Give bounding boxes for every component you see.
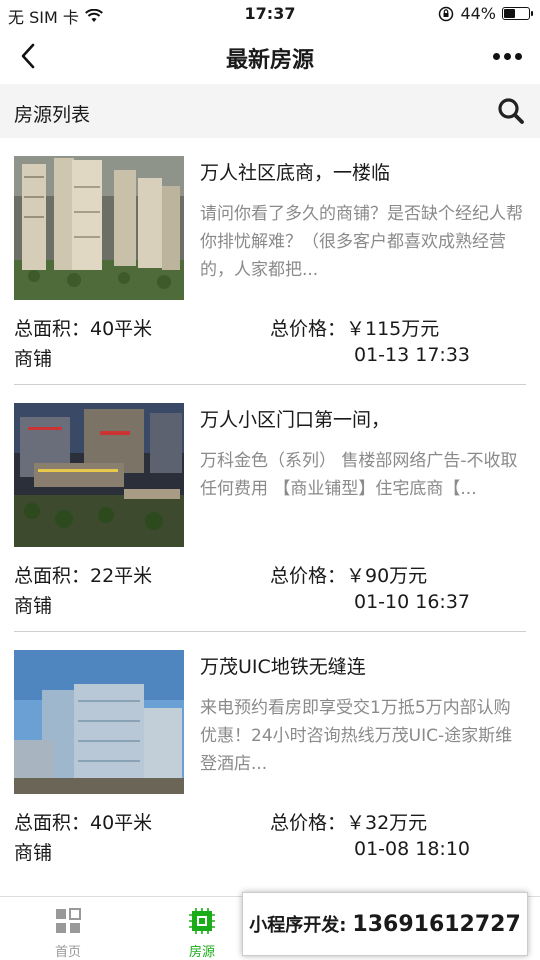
chip-icon bbox=[189, 908, 215, 934]
listing-list: 万人社区底商，一楼临 请问你看了多久的商铺？是否缺个经纪人帮你排忧解难？（很多客… bbox=[0, 138, 540, 879]
tab-home-label: 首页 bbox=[54, 945, 81, 960]
listing-description: 请问你看了多久的商铺？是否缺个经纪人帮你排忧解难？（很多客户都喜欢成熟经营的，人… bbox=[200, 204, 523, 280]
promo-phone[interactable]: 13691612727 bbox=[352, 912, 520, 937]
more-dot bbox=[493, 52, 500, 60]
listing-title: 万人小区门口第一间， bbox=[200, 409, 391, 431]
grid-icon bbox=[56, 908, 81, 933]
listing-date: 01-10 16:37 bbox=[354, 591, 471, 613]
listing-price: 总价格：￥90万元 bbox=[270, 565, 428, 587]
listing-type: 商铺 bbox=[14, 842, 53, 864]
listing-date: 01-13 17:33 bbox=[354, 344, 471, 366]
battery-icon bbox=[502, 7, 533, 20]
status-bar: 无 SIM 卡 17:37 44% bbox=[0, 0, 540, 28]
rotation-lock-icon bbox=[439, 6, 454, 21]
tab-listings-label: 房源 bbox=[188, 945, 215, 960]
listing-thumbnail bbox=[14, 403, 184, 547]
listing-description: 万科金色（系列） 售楼部网络广告-不收取任何费用 【商业铺型】住宅底商【... bbox=[200, 451, 518, 499]
more-dot bbox=[515, 52, 522, 60]
status-right: 44% bbox=[438, 4, 533, 23]
listing-item[interactable]: 万茂UIC地铁无缝连 来电预约看房即享受交1万抵5万内部认购优惠！24小时咨询热… bbox=[14, 632, 526, 879]
listing-item[interactable]: 万人社区底商，一楼临 请问你看了多久的商铺？是否缺个经纪人帮你排忧解难？（很多客… bbox=[14, 138, 526, 385]
search-button[interactable] bbox=[496, 96, 526, 126]
navigation-bar: 最新房源 bbox=[0, 28, 540, 84]
listing-price: 总价格：￥115万元 bbox=[270, 318, 440, 340]
building-model-image bbox=[14, 156, 184, 300]
office-building-image bbox=[14, 650, 184, 794]
promo-banner: 小程序开发: 13691612727 bbox=[242, 892, 528, 956]
battery-percent: 44% bbox=[460, 4, 496, 23]
listing-title: 万茂UIC地铁无缝连 bbox=[200, 656, 366, 678]
listing-description: 来电预约看房即享受交1万抵5万内部认购优惠！24小时咨询热线万茂UIC-途家斯维… bbox=[200, 698, 513, 774]
listing-type: 商铺 bbox=[14, 595, 53, 617]
battery-fill bbox=[504, 9, 516, 18]
listing-type: 商铺 bbox=[14, 348, 53, 370]
sales-office-model-image bbox=[14, 403, 184, 547]
listing-area: 总面积：22平米 bbox=[14, 565, 153, 587]
section-title: 房源列表 bbox=[14, 104, 91, 126]
more-dot bbox=[504, 52, 511, 60]
tab-listings[interactable]: 房源 bbox=[162, 903, 242, 960]
listing-thumbnail bbox=[14, 156, 184, 300]
tab-home[interactable]: 首页 bbox=[28, 903, 108, 960]
listing-item[interactable]: 万人小区门口第一间， 万科金色（系列） 售楼部网络广告-不收取任何费用 【商业铺… bbox=[14, 385, 526, 632]
page-title: 最新房源 bbox=[225, 48, 314, 73]
section-header: 房源列表 bbox=[0, 84, 540, 138]
more-button[interactable] bbox=[493, 42, 522, 70]
listing-price: 总价格：￥32万元 bbox=[270, 812, 428, 834]
listing-date: 01-08 18:10 bbox=[354, 838, 471, 860]
listing-area: 总面积：40平米 bbox=[14, 812, 153, 834]
search-icon bbox=[498, 98, 524, 124]
listing-area: 总面积：40平米 bbox=[14, 318, 153, 340]
listing-title: 万人社区底商，一楼临 bbox=[200, 162, 391, 184]
promo-label: 小程序开发: bbox=[249, 915, 347, 936]
listing-thumbnail bbox=[14, 650, 184, 794]
